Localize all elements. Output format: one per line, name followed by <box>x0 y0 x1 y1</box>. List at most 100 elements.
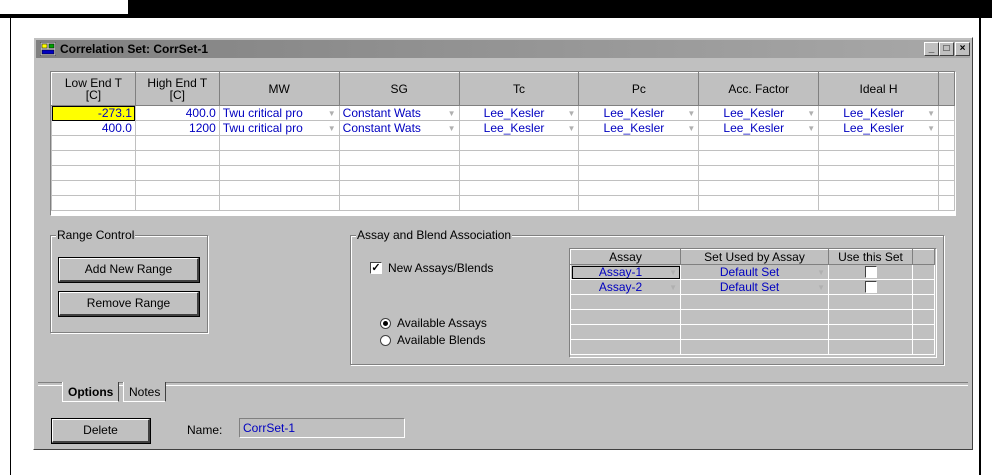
empty-cell[interactable] <box>698 165 820 181</box>
remove-range-button[interactable]: Remove Range <box>59 292 199 316</box>
empty-cell[interactable] <box>680 309 829 325</box>
dropdown-arrow-icon[interactable]: ▼ <box>817 281 825 294</box>
tab-notes[interactable]: Notes <box>123 382 167 402</box>
available-blends-radio[interactable] <box>380 335 391 346</box>
dropdown-arrow-icon[interactable]: ▼ <box>328 107 336 120</box>
ideal-h-dropdown[interactable]: ▼ Lee_Kesler <box>818 120 939 136</box>
low-end-t-cell[interactable]: 400.0 <box>51 120 136 136</box>
empty-cell[interactable] <box>134 180 220 196</box>
assay-table-panel[interactable]: Assay Set Used by Assay Use this Set ▼ As… <box>569 248 937 358</box>
dropdown-arrow-icon[interactable]: ▼ <box>807 122 815 135</box>
empty-cell[interactable] <box>218 180 340 196</box>
empty-cell[interactable] <box>458 135 580 151</box>
empty-cell[interactable] <box>828 339 913 355</box>
empty-cell[interactable] <box>680 324 829 340</box>
empty-cell[interactable] <box>680 339 829 355</box>
dropdown-arrow-icon[interactable]: ▼ <box>448 107 456 120</box>
dropdown-arrow-icon[interactable]: ▼ <box>448 122 456 135</box>
empty-cell[interactable] <box>570 339 681 355</box>
correlation-grid[interactable]: Low End T [C] High End T [C] MW SG Tc Pc… <box>50 71 956 216</box>
empty-cell[interactable] <box>818 135 939 151</box>
col-header-pc[interactable]: Pc <box>578 72 700 106</box>
tc-dropdown[interactable]: ▼ Lee_Kesler <box>458 105 580 121</box>
empty-cell[interactable] <box>578 165 700 181</box>
tab-options[interactable]: Options <box>62 382 120 402</box>
empty-cell[interactable] <box>218 150 340 166</box>
col-header-assay[interactable]: Assay <box>570 249 681 265</box>
tc-dropdown[interactable]: ▼ Lee_Kesler <box>458 120 580 136</box>
minimize-button[interactable]: _ <box>924 42 939 56</box>
empty-cell[interactable] <box>818 165 939 181</box>
set-used-dropdown[interactable]: ▼ Default Set <box>680 264 829 280</box>
pc-dropdown[interactable]: ▼ Lee_Kesler <box>578 120 700 136</box>
empty-cell[interactable] <box>458 165 580 181</box>
empty-cell[interactable] <box>578 135 700 151</box>
close-button[interactable]: × <box>955 42 970 56</box>
empty-cell[interactable] <box>338 180 460 196</box>
dropdown-arrow-icon[interactable]: ▼ <box>568 107 576 120</box>
empty-cell[interactable] <box>218 135 340 151</box>
empty-cell[interactable] <box>828 309 913 325</box>
new-assays-checkbox[interactable]: ✓ <box>370 262 382 274</box>
empty-cell[interactable] <box>51 150 136 166</box>
empty-cell[interactable] <box>51 165 136 181</box>
col-header-acc-factor[interactable]: Acc. Factor <box>698 72 820 106</box>
col-header-low-end-t[interactable]: Low End T [C] <box>51 72 136 106</box>
acc-factor-dropdown[interactable]: ▼ Lee_Kesler <box>698 120 820 136</box>
dropdown-arrow-icon[interactable]: ▼ <box>817 266 825 279</box>
empty-cell[interactable] <box>338 135 460 151</box>
empty-cell[interactable] <box>218 165 340 181</box>
empty-cell[interactable] <box>458 150 580 166</box>
empty-cell[interactable] <box>818 180 939 196</box>
empty-cell[interactable] <box>134 135 220 151</box>
dropdown-arrow-icon[interactable]: ▼ <box>927 107 935 120</box>
empty-cell[interactable] <box>51 195 136 211</box>
ideal-h-dropdown[interactable]: ▼ Lee_Kesler <box>818 105 939 121</box>
empty-cell[interactable] <box>570 324 681 340</box>
set-used-dropdown[interactable]: ▼ Default Set <box>680 279 829 295</box>
empty-cell[interactable] <box>570 309 681 325</box>
low-end-t-cell[interactable]: -273.1 <box>51 105 136 121</box>
empty-cell[interactable] <box>828 324 913 340</box>
name-field[interactable]: CorrSet-1 <box>239 418 405 438</box>
high-end-t-cell[interactable]: 1200 <box>134 120 220 136</box>
empty-cell[interactable] <box>698 180 820 196</box>
empty-cell[interactable] <box>458 195 580 211</box>
pc-dropdown[interactable]: ▼ Lee_Kesler <box>578 105 700 121</box>
title-bar[interactable]: Correlation Set: CorrSet-1 _ □ × <box>36 40 970 58</box>
col-header-high-end-t[interactable]: High End T [C] <box>134 72 220 106</box>
empty-cell[interactable] <box>51 180 136 196</box>
empty-cell[interactable] <box>698 195 820 211</box>
empty-cell[interactable] <box>570 294 681 310</box>
delete-button[interactable]: Delete <box>52 419 150 443</box>
maximize-button[interactable]: □ <box>939 42 954 56</box>
empty-cell[interactable] <box>338 165 460 181</box>
mw-dropdown[interactable]: ▼ Twu critical pro <box>218 120 340 136</box>
use-this-set-checkbox[interactable] <box>864 266 877 279</box>
use-this-set-checkbox[interactable] <box>864 281 877 294</box>
empty-cell[interactable] <box>218 195 340 211</box>
empty-cell[interactable] <box>818 150 939 166</box>
empty-cell[interactable] <box>818 195 939 211</box>
col-header-use-this-set[interactable]: Use this Set <box>828 249 913 265</box>
empty-cell[interactable] <box>578 195 700 211</box>
empty-cell[interactable] <box>578 150 700 166</box>
dropdown-arrow-icon[interactable]: ▼ <box>687 122 695 135</box>
available-assays-radio[interactable] <box>380 318 391 329</box>
acc-factor-dropdown[interactable]: ▼ Lee_Kesler <box>698 105 820 121</box>
col-header-tc[interactable]: Tc <box>458 72 580 106</box>
sg-dropdown[interactable]: ▼ Constant Wats <box>338 105 460 121</box>
dropdown-arrow-icon[interactable]: ▼ <box>807 107 815 120</box>
empty-cell[interactable] <box>134 195 220 211</box>
empty-cell[interactable] <box>134 150 220 166</box>
col-header-ideal-h[interactable]: Ideal H <box>818 72 939 106</box>
col-header-mw[interactable]: MW <box>218 72 340 106</box>
empty-cell[interactable] <box>338 150 460 166</box>
add-new-range-button[interactable]: Add New Range <box>59 258 199 282</box>
high-end-t-cell[interactable]: 400.0 <box>134 105 220 121</box>
col-header-sg[interactable]: SG <box>338 72 460 106</box>
dropdown-arrow-icon[interactable]: ▼ <box>328 122 336 135</box>
empty-cell[interactable] <box>338 195 460 211</box>
empty-cell[interactable] <box>828 294 913 310</box>
empty-cell[interactable] <box>578 180 700 196</box>
